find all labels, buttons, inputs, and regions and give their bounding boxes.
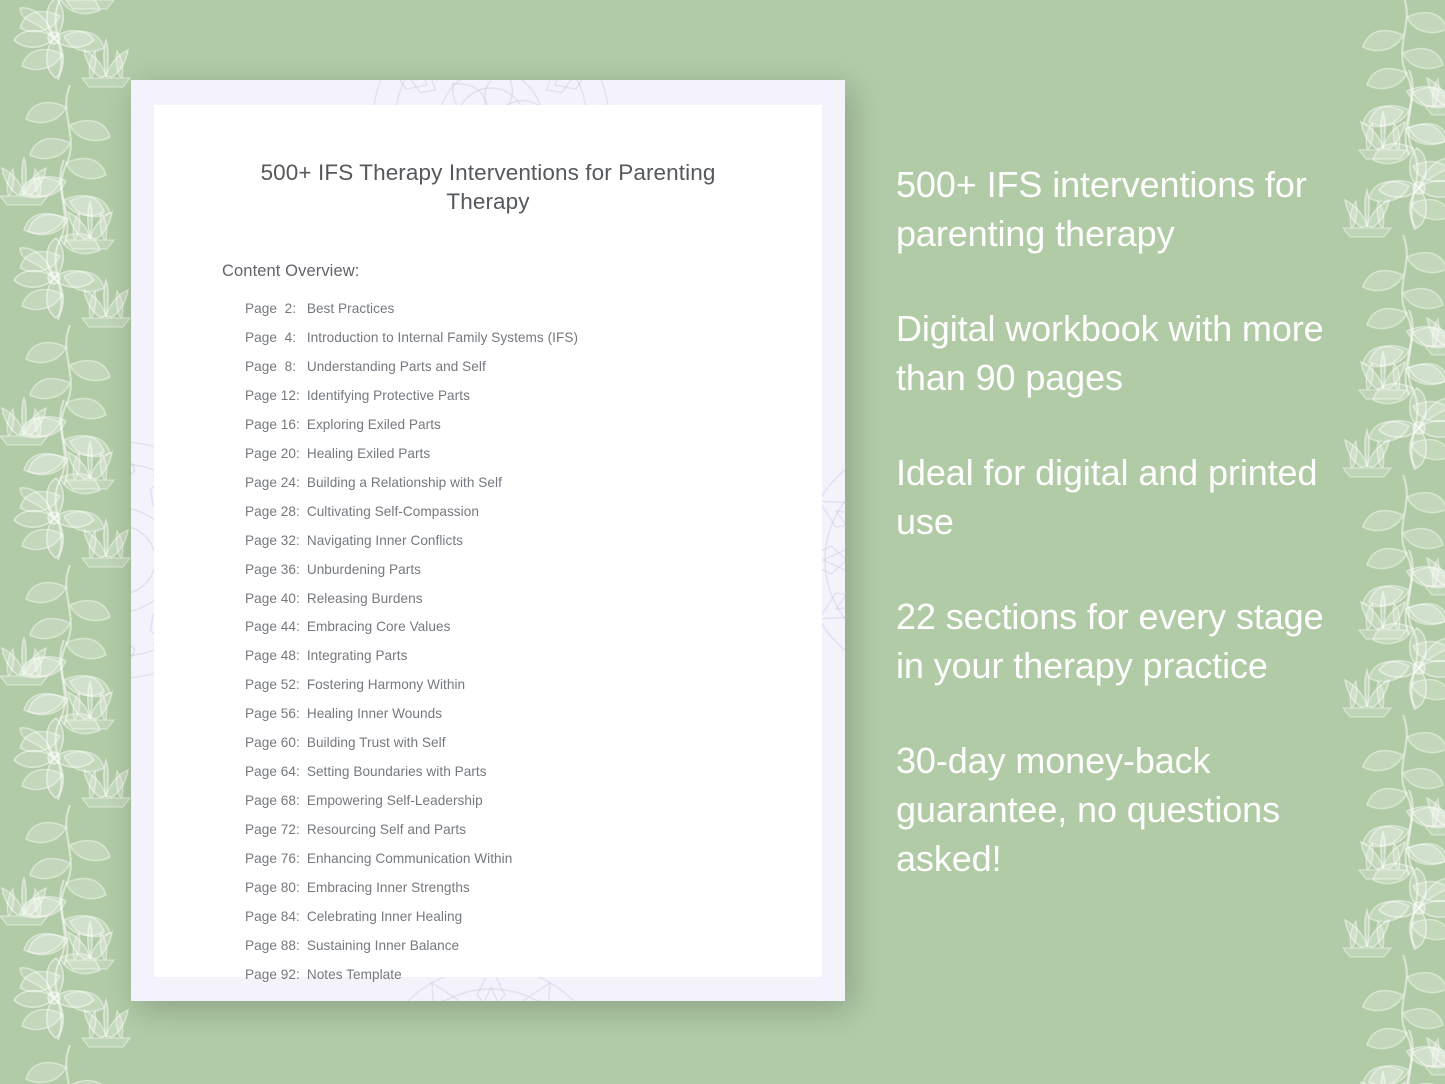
toc-entry-title: Building a Relationship with Self — [306, 474, 502, 490]
toc-entry-page: Page 68: — [245, 793, 300, 809]
toc-entry-title: Healing Inner Wounds — [306, 706, 443, 722]
toc-entry: Page 40: Releasing Burdens — [245, 585, 822, 614]
marketing-bullet: 500+ IFS interventions for parenting the… — [896, 164, 1307, 254]
toc-entry-page: Page 44: — [245, 619, 300, 635]
toc-entry-title: Building Trust with Self — [306, 735, 446, 751]
toc-entry: Page 64: Setting Boundaries with Parts — [245, 758, 822, 787]
toc-entry-page: Page 8: — [245, 358, 297, 374]
toc-entry-page: Page 40: — [245, 590, 300, 606]
toc-entry-page: Page 4: — [245, 329, 297, 345]
toc-entry-title: Celebrating Inner Healing — [306, 909, 463, 925]
toc-entry-title: Releasing Burdens — [306, 590, 423, 606]
toc-entry-title: Best Practices — [306, 301, 395, 316]
toc-entry: Page 92: Notes Template — [245, 961, 822, 990]
toc-entry-title: Understanding Parts and Self — [306, 358, 486, 374]
toc-entry-title: Cultivating Self-Compassion — [306, 503, 479, 519]
toc-entry: Page 44: Embracing Core Values — [245, 613, 822, 642]
toc-entry: Page 80: Embracing Inner Strengths — [245, 874, 822, 903]
toc-entry-title: Integrating Parts — [306, 648, 408, 664]
toc-entry-page: Page 56: — [245, 706, 300, 722]
marketing-bullet-list: 500+ IFS interventions for parenting the… — [896, 160, 1326, 883]
marketing-bullet: 30-day money-back guarantee, no question… — [896, 740, 1280, 879]
toc-entry: Page 84: Celebrating Inner Healing — [245, 903, 822, 932]
floral-vine-icon-left — [0, 0, 144, 1084]
toc-entry-page: Page 52: — [245, 677, 300, 693]
floral-vine-icon-right — [1329, 0, 1445, 1084]
toc-entry: Page 72: Resourcing Self and Parts — [245, 816, 822, 845]
toc-entry-title: Embracing Inner Strengths — [306, 880, 470, 896]
toc-entry-page: Page 12: — [245, 387, 300, 403]
toc-entry-page: Page 32: — [245, 532, 300, 548]
toc-entry-page: Page 16: — [245, 416, 300, 432]
toc-entry: Page 76: Enhancing Communication Within — [245, 845, 822, 874]
toc-entry: Page 16: Exploring Exiled Parts — [245, 411, 822, 440]
toc-entry: Page 28: Cultivating Self-Compassion — [245, 498, 822, 527]
marketing-bullet: Ideal for digital and printed use — [896, 452, 1318, 542]
marketing-bullet: Digital workbook with more than 90 pages — [896, 308, 1324, 398]
toc-entry-page: Page 84: — [245, 909, 300, 925]
toc-entry: Page 88: Sustaining Inner Balance — [245, 932, 822, 961]
toc-entry-page: Page 48: — [245, 648, 300, 664]
toc-entry: Page 4: Introduction to Internal Family … — [245, 324, 822, 353]
marketing-bullet: 22 sections for every stage in your ther… — [896, 596, 1324, 686]
toc-entry: Page 56: Healing Inner Wounds — [245, 700, 822, 729]
toc-entry: Page 68: Empowering Self-Leadership — [245, 787, 822, 816]
promo-graphic: 500+ IFS Therapy Interventions for Paren… — [0, 0, 1445, 1084]
toc-entry-page: Page 88: — [245, 937, 300, 953]
toc-entry-title: Introduction to Internal Family Systems … — [306, 329, 579, 345]
toc-entry-page: Page 2: — [245, 301, 297, 316]
toc-entry-page: Page 20: — [245, 445, 300, 461]
toc-entry-title: Healing Exiled Parts — [306, 445, 431, 461]
toc-entry: Page 8: Understanding Parts and Self — [245, 353, 822, 382]
toc-entry-page: Page 28: — [245, 503, 300, 519]
toc-entry-page: Page 24: — [245, 474, 300, 490]
toc-entry-title: Resourcing Self and Parts — [306, 822, 466, 838]
toc-entry-page: Page 76: — [245, 851, 300, 867]
toc-entry: Page 20: Healing Exiled Parts — [245, 440, 822, 469]
toc-entry-title: Identifying Protective Parts — [306, 387, 470, 403]
toc-entry-page: Page 80: — [245, 880, 300, 896]
toc-entry-title: Exploring Exiled Parts — [306, 416, 441, 432]
content-overview-label: Content Overview: — [222, 262, 360, 280]
toc-entry-title: Embracing Core Values — [306, 619, 451, 635]
toc-entry: Page 52: Fostering Harmony Within — [245, 671, 822, 700]
toc-entry-page: Page 92: — [245, 966, 300, 982]
document-card: 500+ IFS Therapy Interventions for Paren… — [131, 80, 845, 1001]
page-title: 500+ IFS Therapy Interventions for Paren… — [260, 160, 716, 214]
document-page: 500+ IFS Therapy Interventions for Paren… — [154, 105, 822, 982]
toc-entry: Page 36: Unburdening Parts — [245, 556, 822, 585]
toc-entry-title: Fostering Harmony Within — [306, 677, 466, 693]
toc-entry: Page 60: Building Trust with Self — [245, 729, 822, 758]
toc-entry: Page 2: Best Practices — [245, 295, 822, 324]
toc-entry: Page 48: Integrating Parts — [245, 642, 822, 671]
table-of-contents: Page 2: Best Practices Page 4: Introducti… — [154, 281, 822, 990]
toc-entry-title: Unburdening Parts — [306, 561, 422, 577]
toc-entry: Page 24: Building a Relationship with Se… — [245, 469, 822, 498]
toc-entry: Page 12: Identifying Protective Parts — [245, 382, 822, 411]
toc-entry-title: Notes Template — [306, 966, 402, 982]
toc-entry-title: Empowering Self-Leadership — [306, 793, 483, 809]
toc-entry-page: Page 72: — [245, 822, 300, 838]
toc-entry-title: Sustaining Inner Balance — [306, 937, 460, 953]
toc-entry-page: Page 60: — [245, 735, 300, 751]
toc-entry-title: Setting Boundaries with Parts — [306, 764, 487, 780]
toc-entry-page: Page 64: — [245, 764, 300, 780]
toc-entry-page: Page 36: — [245, 561, 300, 577]
toc-entry-title: Navigating Inner Conflicts — [306, 532, 464, 548]
toc-entry: Page 32: Navigating Inner Conflicts — [245, 527, 822, 556]
toc-entry-title: Enhancing Communication Within — [306, 851, 513, 867]
